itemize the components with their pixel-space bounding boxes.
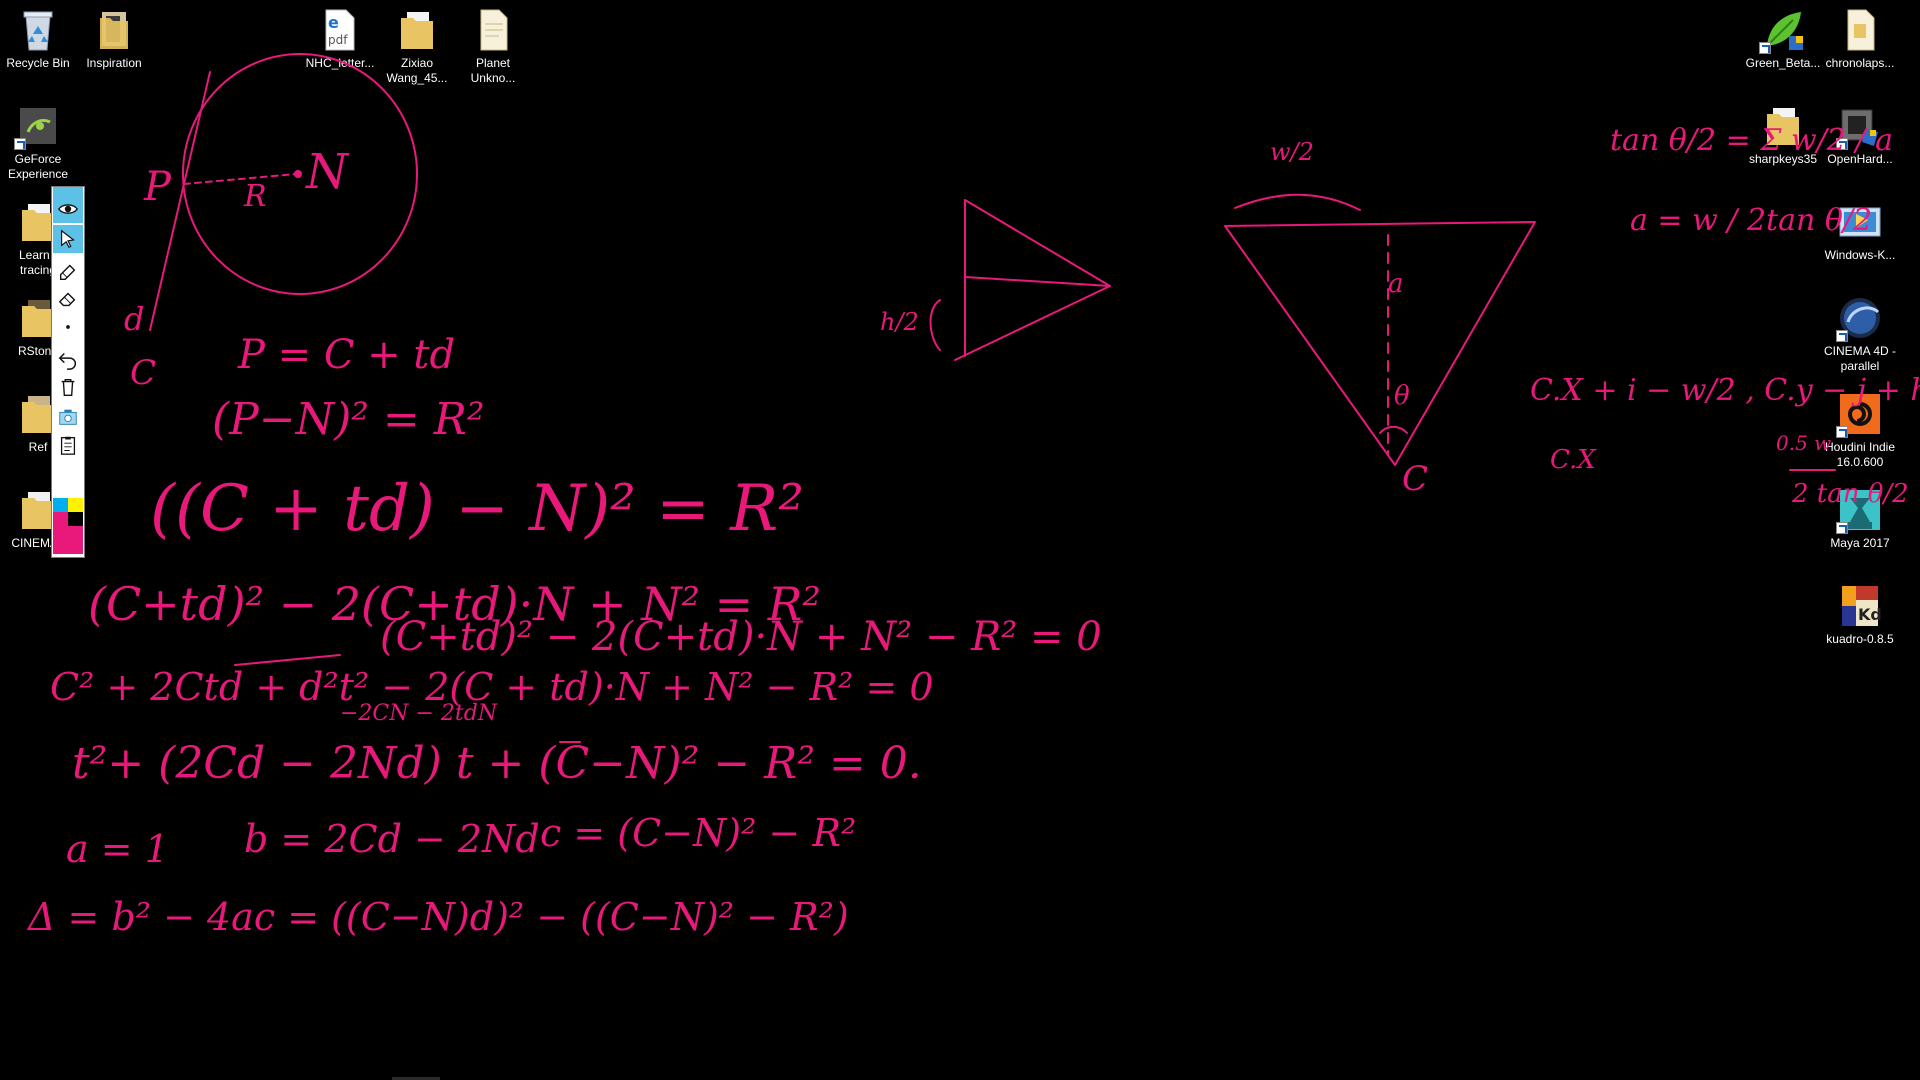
- svg-text:e: e: [328, 13, 339, 32]
- clipboard-icon: [60, 436, 76, 455]
- tool-visibility[interactable]: [53, 195, 83, 223]
- tool-eraser[interactable]: [53, 285, 83, 313]
- dot-icon: [66, 325, 70, 329]
- desktop-icon-recycle-bin[interactable]: Recycle Bin: [0, 6, 76, 71]
- desktop-icon-cinema4d[interactable]: CINEMA 4D - parallel: [1822, 294, 1898, 374]
- desktop-icon-green-beta[interactable]: Green_Beta...: [1745, 6, 1821, 71]
- desktop-icon-label: Zixiao Wang_45...: [386, 56, 448, 85]
- desktop-icon-openhardware[interactable]: OpenHard...: [1822, 102, 1898, 167]
- desktop-icon-label: chronolaps...: [1825, 56, 1895, 70]
- desktop-icon-label: Recycle Bin: [6, 56, 70, 70]
- windows-kit-icon: [1836, 198, 1884, 246]
- desktop-icon-houdini[interactable]: Houdini Indie 16.0.600: [1822, 390, 1898, 470]
- desktop-icon-sharpkeys[interactable]: sharpkeys35: [1745, 102, 1821, 167]
- desktop-icon-label: NHC_letter...: [305, 56, 375, 70]
- camera-icon: [59, 409, 77, 425]
- tool-select[interactable]: [53, 225, 83, 253]
- trash-icon: [61, 378, 75, 396]
- desktop-icon-label: Maya 2017: [1830, 536, 1890, 550]
- tool-dot[interactable]: [53, 313, 83, 341]
- folder-icon: [90, 6, 138, 54]
- pdf-icon: e pdf: [316, 6, 364, 54]
- desktop-icon-label: CINEMA 4D - parallel: [1823, 344, 1896, 373]
- swatch-cyan[interactable]: [53, 498, 68, 512]
- tool-clear[interactable]: [53, 373, 83, 401]
- folder-icon: [1759, 102, 1807, 150]
- folder-icon: [393, 6, 441, 54]
- desktop-icon-kuadro[interactable]: Kd kuadro-0.8.5: [1822, 582, 1898, 647]
- green-leaf-icon: [1759, 6, 1807, 54]
- drawing-toolbar: [51, 186, 85, 558]
- desktop-icon-windows-kit[interactable]: Windows-K...: [1822, 198, 1898, 263]
- color-swatches: [53, 498, 83, 554]
- desktop-icon-label: sharpkeys35: [1748, 152, 1818, 166]
- recycle-bin-icon: [14, 6, 62, 54]
- desktop-icon-label: kuadro-0.8.5: [1826, 632, 1894, 646]
- undo-icon: [58, 352, 76, 370]
- desktop-icon-inspiration[interactable]: Inspiration: [76, 6, 152, 71]
- desktop-icon-label: Houdini Indie 16.0.600: [1824, 440, 1896, 469]
- swatch-black[interactable]: [68, 512, 83, 526]
- desktop-icon-maya[interactable]: Maya 2017: [1822, 486, 1898, 551]
- svg-text:Kd: Kd: [1858, 605, 1882, 624]
- hardware-monitor-icon: [1836, 102, 1884, 150]
- maya-icon: [1836, 486, 1884, 534]
- swatch-yellow[interactable]: [68, 498, 83, 512]
- houdini-icon: [1836, 390, 1884, 438]
- swatch-current[interactable]: [53, 526, 83, 554]
- cursor-icon: [60, 229, 75, 249]
- desktop-icon-label: Green_Beta...: [1745, 56, 1821, 70]
- tool-undo[interactable]: [53, 345, 83, 373]
- highlighter-icon: [59, 264, 76, 280]
- desktop-icon-label: GeForce Experience: [7, 152, 69, 181]
- document-icon: [469, 6, 517, 54]
- eraser-icon: [58, 292, 76, 307]
- desktop-icon-label: Planet Unkno...: [470, 56, 516, 85]
- desktop-icon-label: OpenHard...: [1827, 152, 1893, 166]
- desktop-icon-label: Windows-K...: [1824, 248, 1896, 262]
- svg-text:pdf: pdf: [328, 33, 348, 47]
- geforce-icon: [14, 102, 62, 150]
- eye-icon: [58, 204, 78, 214]
- tool-clipboard[interactable]: [53, 431, 83, 459]
- desktop: Recycle Bin Inspiration GeForce Experien…: [0, 0, 1920, 1080]
- desktop-icon-geforce[interactable]: GeForce Experience: [0, 102, 76, 182]
- desktop-icon-chronolapse[interactable]: chronolaps...: [1822, 6, 1898, 71]
- kuadro-icon: Kd: [1836, 582, 1884, 630]
- cinema4d-icon: [1836, 294, 1884, 342]
- document-icon: [1836, 6, 1884, 54]
- desktop-icon-label: Inspiration: [86, 56, 142, 70]
- desktop-icon-nhc-letter[interactable]: e pdf NHC_letter...: [302, 6, 378, 71]
- desktop-icon-zixiao-wang[interactable]: Zixiao Wang_45...: [379, 6, 455, 86]
- tool-screenshot[interactable]: [53, 403, 83, 431]
- swatch-magenta[interactable]: [53, 512, 68, 526]
- desktop-icon-planet-unknown[interactable]: Planet Unkno...: [455, 6, 531, 86]
- tool-highlighter[interactable]: [53, 257, 83, 285]
